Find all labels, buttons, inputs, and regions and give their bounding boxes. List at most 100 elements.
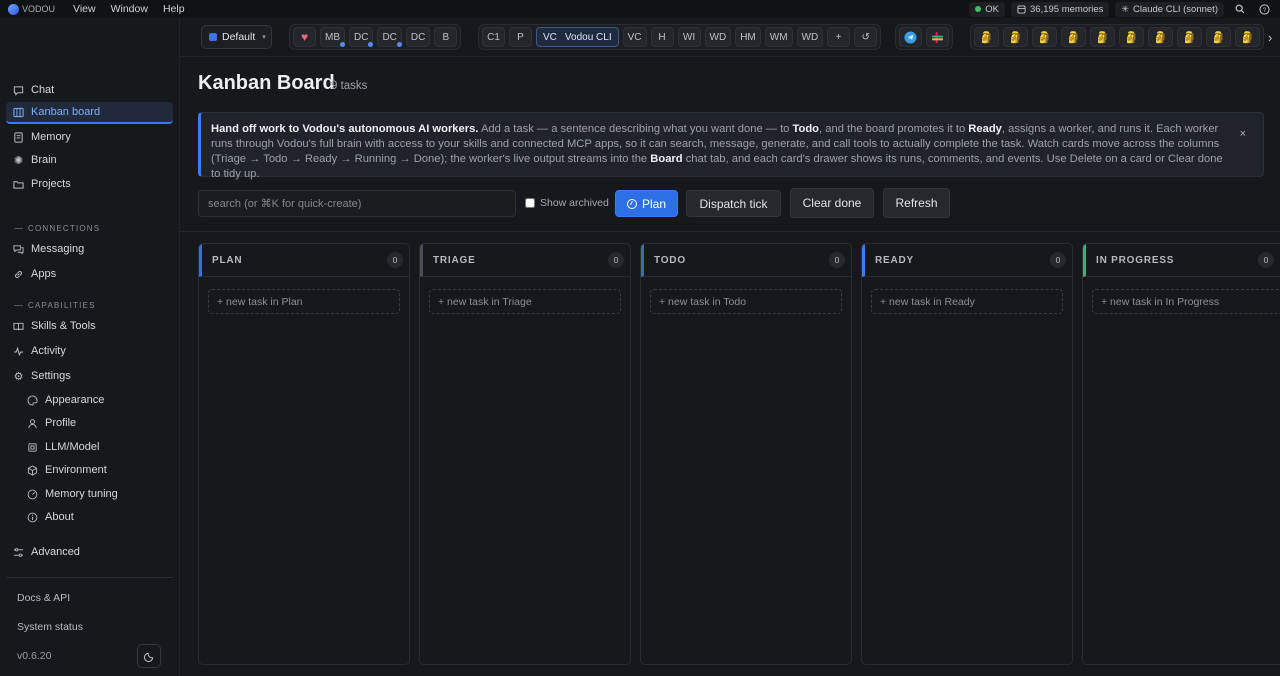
session-chip[interactable]: WI [677, 27, 701, 47]
toolbar-group-workers: 🗿 🗿 🗿 🗿 🗿 🗿 🗿 🗿 🗿 🗿 [970, 24, 1264, 50]
docs-api-link[interactable]: Docs & API [17, 592, 70, 604]
sidebar-item-memory[interactable]: Memory [6, 126, 173, 148]
model-pill[interactable]: ✳ Claude CLI (sonnet) [1115, 1, 1224, 17]
agent-chip[interactable]: DC [349, 27, 374, 47]
refresh-button[interactable]: Refresh [883, 188, 950, 218]
menu-window[interactable]: Window [111, 3, 148, 15]
plan-button[interactable]: Plan [615, 190, 678, 217]
session-chip-label: Vodou CLI [564, 31, 612, 43]
system-status-link[interactable]: System status [17, 621, 83, 633]
profile-select[interactable]: Default ▾ [201, 25, 272, 49]
session-chip[interactable]: C1 [482, 27, 505, 47]
session-chip[interactable]: WM [764, 27, 793, 47]
sidebar-item-skills-tools[interactable]: Skills & Tools [6, 315, 173, 337]
add-session-button[interactable]: + [827, 27, 851, 47]
sidebar-item-kanban-board[interactable]: Kanban board [6, 102, 173, 124]
worker-avatar-chip[interactable]: 🗿 [1032, 27, 1057, 47]
worker-avatar-chip[interactable]: 🗿 [1148, 27, 1173, 47]
show-archived-checkbox[interactable] [525, 198, 535, 208]
column-header: IN PROGRESS 0 [1083, 244, 1280, 277]
session-chip[interactable]: H [650, 27, 674, 47]
column-count-badge: 0 [1258, 252, 1274, 268]
sidebar-item-llm-model[interactable]: LLM/Model [20, 436, 170, 458]
sidebar-item-messaging[interactable]: Messaging [6, 238, 173, 260]
session-chip[interactable]: WD [796, 27, 824, 47]
search-icon [1235, 4, 1245, 14]
slack-icon [931, 31, 944, 43]
show-archived-toggle[interactable]: Show archived [525, 197, 609, 209]
moon-icon [143, 652, 153, 662]
new-task-button[interactable]: + new task in In Progress [1092, 289, 1280, 314]
sidebar-item-environment[interactable]: Environment [20, 459, 170, 481]
worker-avatar-chip[interactable]: 🗿 [1090, 27, 1115, 47]
sidebar-item-label: Brain [31, 154, 57, 166]
column-title: PLAN [212, 254, 243, 266]
telegram-chip[interactable] [899, 27, 922, 47]
new-task-button[interactable]: + new task in Triage [429, 289, 621, 314]
dispatch-tick-button[interactable]: Dispatch tick [686, 190, 781, 217]
worker-avatar-chip[interactable]: 🗿 [974, 27, 999, 47]
activity-icon [13, 346, 24, 357]
version-label: v0.6.20 [17, 650, 52, 662]
sidebar-item-label: Memory [31, 131, 71, 143]
help-button[interactable]: ? [1256, 2, 1272, 17]
sidebar-item-appearance[interactable]: Appearance [20, 389, 170, 411]
worker-avatar-chip[interactable]: 🗿 [1119, 27, 1144, 47]
session-chip[interactable]: VC [622, 27, 647, 47]
session-chip-short: VC [543, 31, 557, 43]
reset-session-button[interactable]: ↺ [854, 27, 878, 47]
session-chip[interactable]: WD [704, 27, 732, 47]
help-circle-icon: ? [1258, 3, 1270, 15]
memories-pill[interactable]: 36,195 memories [1011, 1, 1110, 17]
refresh-icon: ↺ [861, 31, 870, 43]
sidebar-item-activity[interactable]: Activity [6, 340, 173, 362]
favorite-chip[interactable]: ♥ [293, 27, 316, 47]
sidebar-item-memory-tuning[interactable]: Memory tuning [20, 483, 170, 505]
worker-avatar-chip[interactable]: 🗿 [1061, 27, 1086, 47]
banner-lead: Hand off work to Vodou's autonomous AI w… [211, 123, 479, 135]
slack-chip[interactable] [926, 27, 949, 47]
theme-toggle-button[interactable] [137, 644, 161, 668]
search-button[interactable] [1232, 2, 1248, 17]
worker-avatar-chip[interactable]: 🗿 [1206, 27, 1231, 47]
sidebar-item-brain[interactable]: ✺ Brain [6, 149, 173, 171]
session-chip[interactable]: HM [735, 27, 761, 47]
palette-icon [27, 394, 38, 406]
session-chip-active[interactable]: VC Vodou CLI [536, 27, 619, 47]
sidebar-item-label: Environment [45, 464, 107, 476]
new-task-button[interactable]: + new task in Todo [650, 289, 842, 314]
column-in-progress: IN PROGRESS 0 + new task in In Progress [1082, 243, 1280, 665]
toolbar-more-icon[interactable]: › [1268, 30, 1272, 45]
sidebar-item-apps[interactable]: Apps [6, 263, 173, 285]
agent-chip[interactable]: MB [320, 27, 345, 47]
agent-chip[interactable]: B [434, 27, 458, 47]
clear-done-button[interactable]: Clear done [790, 188, 874, 218]
new-task-button[interactable]: + new task in Plan [208, 289, 400, 314]
sidebar-item-about[interactable]: About [20, 506, 170, 528]
session-chip[interactable]: P [509, 27, 532, 47]
sidebar-item-settings[interactable]: ⚙ Settings [6, 365, 173, 387]
column-triage: TRIAGE 0 + new task in Triage [419, 243, 631, 665]
sidebar-item-advanced[interactable]: Advanced [6, 541, 173, 563]
close-icon[interactable]: × [1240, 127, 1246, 142]
status-pill[interactable]: OK [969, 1, 1006, 17]
sidebar-item-chat[interactable]: Chat [6, 79, 173, 101]
menu-view[interactable]: View [73, 3, 96, 15]
new-task-button[interactable]: + new task in Ready [871, 289, 1063, 314]
worker-face-icon: 🗿 [1095, 31, 1110, 44]
column-header: TODO 0 [641, 244, 851, 277]
agent-chip[interactable]: DC [377, 27, 403, 47]
column-count-badge: 0 [608, 252, 624, 268]
column-title: READY [875, 254, 915, 266]
worker-avatar-chip[interactable]: 🗿 [1003, 27, 1028, 47]
sidebar-item-profile[interactable]: Profile [20, 412, 170, 434]
worker-avatar-chip[interactable]: 🗿 [1235, 27, 1260, 47]
menu-help[interactable]: Help [163, 3, 185, 15]
agent-chip[interactable]: DC [405, 27, 431, 47]
app-logo: VODOU [8, 3, 55, 15]
model-name: Claude CLI (sonnet) [1132, 3, 1218, 15]
worker-avatar-chip[interactable]: 🗿 [1177, 27, 1202, 47]
info-banner: Hand off work to Vodou's autonomous AI w… [198, 112, 1264, 180]
search-input[interactable] [198, 190, 516, 217]
sidebar-item-projects[interactable]: Projects [6, 173, 173, 195]
